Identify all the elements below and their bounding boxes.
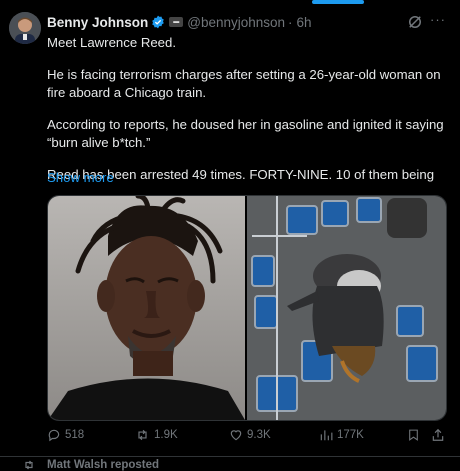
tweet-time[interactable]: 6h (297, 15, 312, 30)
train-surveillance-photo[interactable] (247, 196, 446, 420)
reply-button[interactable]: 518 (47, 428, 84, 442)
tweet-actions: 518 1.9K 9.3K 177K (47, 428, 447, 444)
show-more-link[interactable]: Show more (47, 170, 114, 185)
tweet-header: Benny Johnson ▬ @bennyjohnson · 6h (47, 13, 312, 31)
bookmark-icon (409, 429, 418, 441)
repost-icon (25, 460, 33, 470)
grok-icon[interactable] (406, 13, 424, 31)
bookmark-button[interactable] (407, 428, 420, 442)
tweet[interactable]: Benny Johnson ▬ @bennyjohnson · 6h ··· M… (0, 0, 460, 457)
author-name[interactable]: Benny Johnson (47, 15, 148, 30)
separator-dot: · (288, 14, 293, 30)
repost-icon (138, 429, 147, 441)
repost-button[interactable]: 1.9K (135, 428, 178, 442)
avatar[interactable] (9, 12, 41, 44)
reply-icon (48, 429, 60, 442)
like-button[interactable]: 9.3K (229, 428, 271, 442)
views-button[interactable]: 177K (319, 428, 364, 442)
media-grid (47, 195, 447, 421)
share-button[interactable] (431, 428, 445, 442)
share-icon (432, 428, 444, 441)
verified-badge-icon (151, 15, 165, 29)
next-tweet-repost-header: Matt Walsh reposted (0, 456, 460, 471)
views-count: 177K (337, 429, 364, 441)
more-options-icon[interactable]: ··· (430, 12, 448, 28)
mugshot-photo[interactable] (48, 196, 245, 420)
tweet-text-line: Meet Lawrence Reed. (47, 35, 177, 50)
tweet-text-line: He is facing terrorism charges after set… (47, 67, 441, 100)
like-count: 9.3K (247, 429, 271, 441)
author-handle[interactable]: @bennyjohnson (187, 15, 285, 30)
affiliate-badge-icon: ▬ (169, 17, 184, 27)
repost-count: 1.9K (154, 429, 178, 441)
views-chart-icon (320, 430, 333, 441)
tweet-text-line: According to reports, he doused her in g… (47, 117, 444, 150)
reply-count: 518 (65, 429, 85, 441)
repost-label[interactable]: Matt Walsh reposted (47, 459, 159, 471)
heart-icon (230, 430, 242, 441)
